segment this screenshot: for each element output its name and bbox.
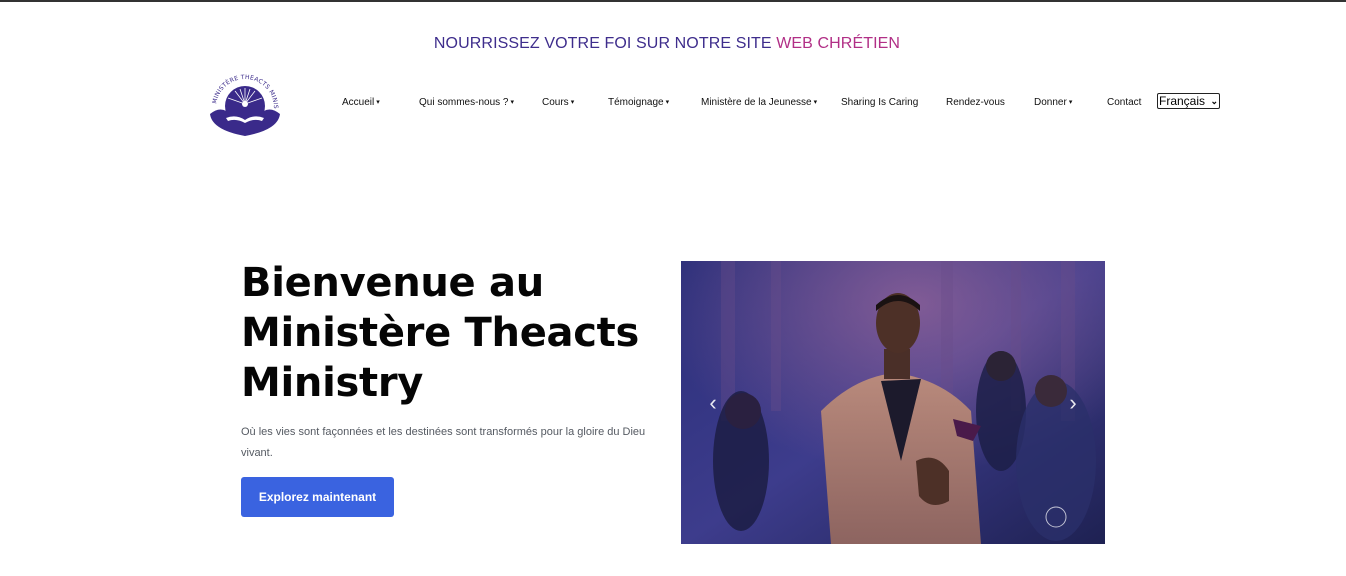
chevron-right-icon: › bbox=[1069, 390, 1077, 415]
carousel-slide-image bbox=[681, 261, 1105, 544]
hero-carousel[interactable]: ‹ › bbox=[681, 261, 1105, 544]
tagline-part-1: NOURRISSEZ VOTRE FOI SUR NOTRE SITE bbox=[433, 35, 772, 52]
nav-label: Accueil bbox=[342, 97, 375, 108]
site-tagline: NOURRISSEZ VOTRE FOI SUR NOTRE SITE WEB … bbox=[0, 35, 1334, 53]
nav-label: Rendez-vous bbox=[946, 97, 1005, 108]
nav-item-contact[interactable]: Contact bbox=[1107, 96, 1141, 110]
caret-down-icon: ▾ bbox=[665, 99, 670, 106]
hero-title: Bienvenue au Ministère Theacts Ministry bbox=[241, 260, 639, 406]
tagline-part-2: WEB CHRÉTIEN bbox=[776, 35, 901, 52]
caret-down-icon: ▾ bbox=[510, 99, 514, 106]
chevron-left-icon: ‹ bbox=[709, 390, 717, 415]
caret-down-icon: ▾ bbox=[570, 99, 575, 106]
language-select[interactable]: Français ⌄ bbox=[1157, 93, 1220, 109]
language-selected-value: Français bbox=[1159, 94, 1206, 108]
carousel-next-button[interactable]: › bbox=[1061, 389, 1085, 417]
caret-down-icon: ▾ bbox=[813, 99, 818, 106]
logo-emblem: MINISTÈRE THEACTS MINISTRY bbox=[199, 69, 280, 136]
caret-down-icon: ▾ bbox=[376, 99, 380, 106]
nav-item-cours[interactable]: Cours ▾ bbox=[542, 96, 574, 110]
nav-label: Cours bbox=[542, 97, 569, 108]
nav-label: Sharing Is Caring bbox=[841, 97, 919, 108]
nav-label: Contact bbox=[1107, 97, 1142, 108]
nav-item-accueil[interactable]: Accueil ▾ bbox=[342, 96, 380, 110]
site-logo[interactable]: MINISTÈRE THEACTS MINISTRY bbox=[199, 69, 288, 138]
chevron-down-icon: ⌄ bbox=[1210, 95, 1218, 106]
carousel-prev-button[interactable]: ‹ bbox=[701, 389, 725, 417]
nav-label: Ministère de la Jeunesse bbox=[701, 97, 812, 108]
explore-now-button[interactable]: Explorez maintenant bbox=[241, 477, 394, 517]
nav-label: Qui sommes-nous ? bbox=[419, 97, 509, 108]
nav-item-sharing-is-caring[interactable]: Sharing Is Caring bbox=[841, 96, 918, 110]
caret-down-icon: ▾ bbox=[1068, 99, 1073, 106]
nav-item-ministere-jeunesse[interactable]: Ministère de la Jeunesse ▾ bbox=[701, 96, 817, 110]
hero-subtitle: Où les vies sont façonnées et les destin… bbox=[241, 426, 646, 459]
nav-label: Donner bbox=[1034, 97, 1067, 108]
nav-label: Témoignage bbox=[608, 97, 664, 108]
nav-item-qui-sommes-nous[interactable]: Qui sommes-nous ? ▾ bbox=[419, 96, 514, 110]
nav-item-temoignage[interactable]: Témoignage ▾ bbox=[608, 96, 669, 110]
nav-item-rendez-vous[interactable]: Rendez-vous bbox=[946, 96, 1005, 110]
nav-item-donner[interactable]: Donner ▾ bbox=[1034, 96, 1072, 110]
